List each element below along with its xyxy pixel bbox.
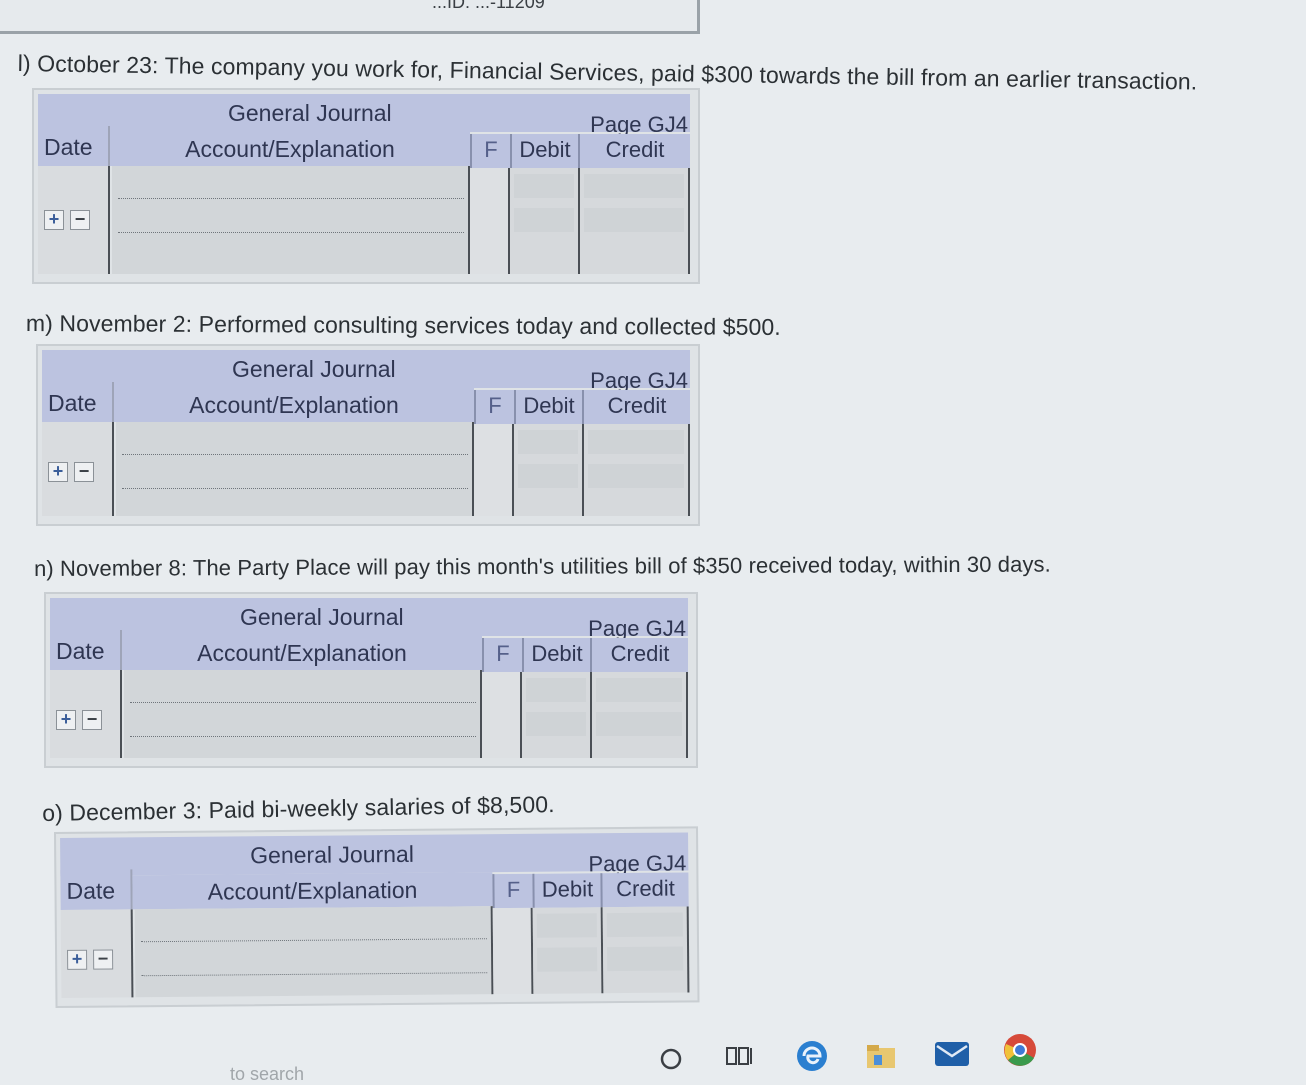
debit-input-2[interactable] (514, 208, 574, 232)
journal-title: General Journal (232, 356, 396, 382)
credit-input-1[interactable] (596, 678, 682, 702)
journal-header-band: General Journal Page GJ4 (38, 94, 690, 137)
debit-input-1[interactable] (518, 430, 578, 454)
column-header-credit: Credit (590, 638, 688, 672)
column-header-debit: Debit (532, 873, 601, 908)
column-header-debit: Debit (510, 134, 578, 168)
credit-input-1[interactable] (588, 430, 684, 454)
remove-row-button[interactable]: − (74, 462, 94, 482)
add-row-button[interactable]: + (48, 462, 68, 482)
column-header-credit: Credit (582, 390, 690, 424)
file-explorer-icon[interactable] (864, 1040, 898, 1072)
account-input-line-1[interactable] (140, 938, 487, 943)
top-toolbar: ...ID: ...-11209 (0, 0, 700, 34)
credit-input-1[interactable] (606, 912, 683, 938)
column-header-date: Date (42, 382, 114, 422)
journal-table-m: General Journal Page GJ4 Date Account/Ex… (36, 344, 700, 526)
column-header-date: Date (38, 126, 110, 166)
taskbar-search-box[interactable]: to search (230, 1064, 304, 1085)
credit-input-2[interactable] (584, 208, 684, 232)
debit-input-2[interactable] (518, 464, 578, 488)
account-input-line-2[interactable] (118, 232, 464, 233)
date-cell[interactable]: + − (38, 166, 110, 274)
f-cell[interactable] (482, 672, 522, 758)
credit-cell[interactable] (584, 424, 690, 516)
journal-title: General Journal (250, 840, 414, 869)
remove-row-button[interactable]: − (70, 210, 90, 230)
add-row-button[interactable]: + (67, 949, 88, 970)
credit-input-1[interactable] (584, 174, 684, 198)
column-header-credit: Credit (578, 134, 690, 168)
edge-icon[interactable] (794, 1038, 830, 1074)
date-cell[interactable]: + − (42, 422, 114, 516)
journal-table-l: General Journal Page GJ4 Date Account/Ex… (32, 88, 700, 284)
f-cell[interactable] (470, 168, 510, 274)
credit-input-2[interactable] (596, 712, 682, 736)
question-o-prompt: o) December 3: Paid bi-weekly salaries o… (42, 791, 555, 826)
column-header-date: Date (50, 630, 122, 670)
debit-input-1[interactable] (536, 913, 597, 938)
remove-row-button[interactable]: − (93, 949, 114, 970)
credit-cell[interactable] (602, 906, 690, 994)
column-header-date: Date (60, 869, 133, 910)
date-cell[interactable]: + − (50, 670, 122, 758)
journal-title: General Journal (240, 604, 404, 630)
column-header-debit: Debit (514, 390, 582, 424)
column-header-account: Account/Explanation (114, 388, 474, 422)
debit-input-2[interactable] (537, 947, 598, 972)
account-input-line-1[interactable] (130, 702, 476, 703)
account-explanation-cell[interactable] (134, 906, 494, 998)
debit-input-1[interactable] (526, 678, 586, 702)
credit-input-2[interactable] (607, 946, 684, 972)
journal-header-band: General Journal Page GJ4 (50, 598, 688, 641)
f-cell[interactable] (474, 424, 514, 516)
account-explanation-cell[interactable] (112, 166, 470, 274)
journal-title: General Journal (228, 100, 392, 126)
account-input-line-2[interactable] (130, 736, 476, 737)
add-row-button[interactable]: + (44, 210, 64, 230)
journal-table-n: General Journal Page GJ4 Date Account/Ex… (44, 592, 698, 768)
add-row-button[interactable]: + (56, 710, 76, 730)
remove-row-button[interactable]: − (82, 710, 102, 730)
credit-input-2[interactable] (588, 464, 684, 488)
journal-header-band: General Journal Page GJ4 (60, 832, 689, 876)
column-header-credit: Credit (600, 872, 689, 908)
f-cell[interactable] (492, 907, 534, 995)
mail-icon[interactable] (932, 1036, 972, 1070)
account-explanation-cell[interactable] (116, 422, 474, 516)
column-header-account: Account/Explanation (132, 872, 493, 910)
column-header-f: F (470, 134, 510, 168)
debit-cell[interactable] (532, 907, 604, 994)
cortana-circle-icon[interactable] (658, 1046, 684, 1072)
column-header-f: F (482, 638, 522, 672)
credit-cell[interactable] (580, 168, 690, 274)
debit-input-1[interactable] (514, 174, 574, 198)
account-explanation-cell[interactable] (124, 670, 482, 758)
date-cell[interactable]: + − (60, 909, 134, 998)
column-header-debit: Debit (522, 638, 590, 672)
column-header-account: Account/Explanation (110, 132, 470, 166)
account-input-line-2[interactable] (141, 972, 488, 977)
debit-cell[interactable] (514, 424, 584, 516)
account-input-line-1[interactable] (118, 198, 464, 199)
credit-cell[interactable] (592, 672, 688, 758)
debit-cell[interactable] (510, 168, 580, 274)
column-header-f: F (474, 390, 514, 424)
account-input-line-1[interactable] (122, 454, 468, 455)
question-m-prompt: m) November 2: Performed consulting serv… (25, 310, 781, 340)
top-text-fragment: ...ID: ...-11209 (432, 0, 545, 12)
debit-input-2[interactable] (526, 712, 586, 736)
task-view-icon[interactable] (724, 1044, 754, 1070)
question-n-prompt: n) November 8: The Party Place will pay … (34, 551, 1051, 581)
journal-table-o: General Journal Page GJ4 Date Account/Ex… (54, 826, 700, 1008)
account-input-line-2[interactable] (122, 488, 468, 489)
column-header-account: Account/Explanation (122, 636, 482, 670)
chrome-icon[interactable] (1000, 1030, 1040, 1070)
journal-header-band: General Journal Page GJ4 (42, 350, 690, 393)
column-header-f: F (492, 873, 533, 909)
debit-cell[interactable] (522, 672, 592, 758)
